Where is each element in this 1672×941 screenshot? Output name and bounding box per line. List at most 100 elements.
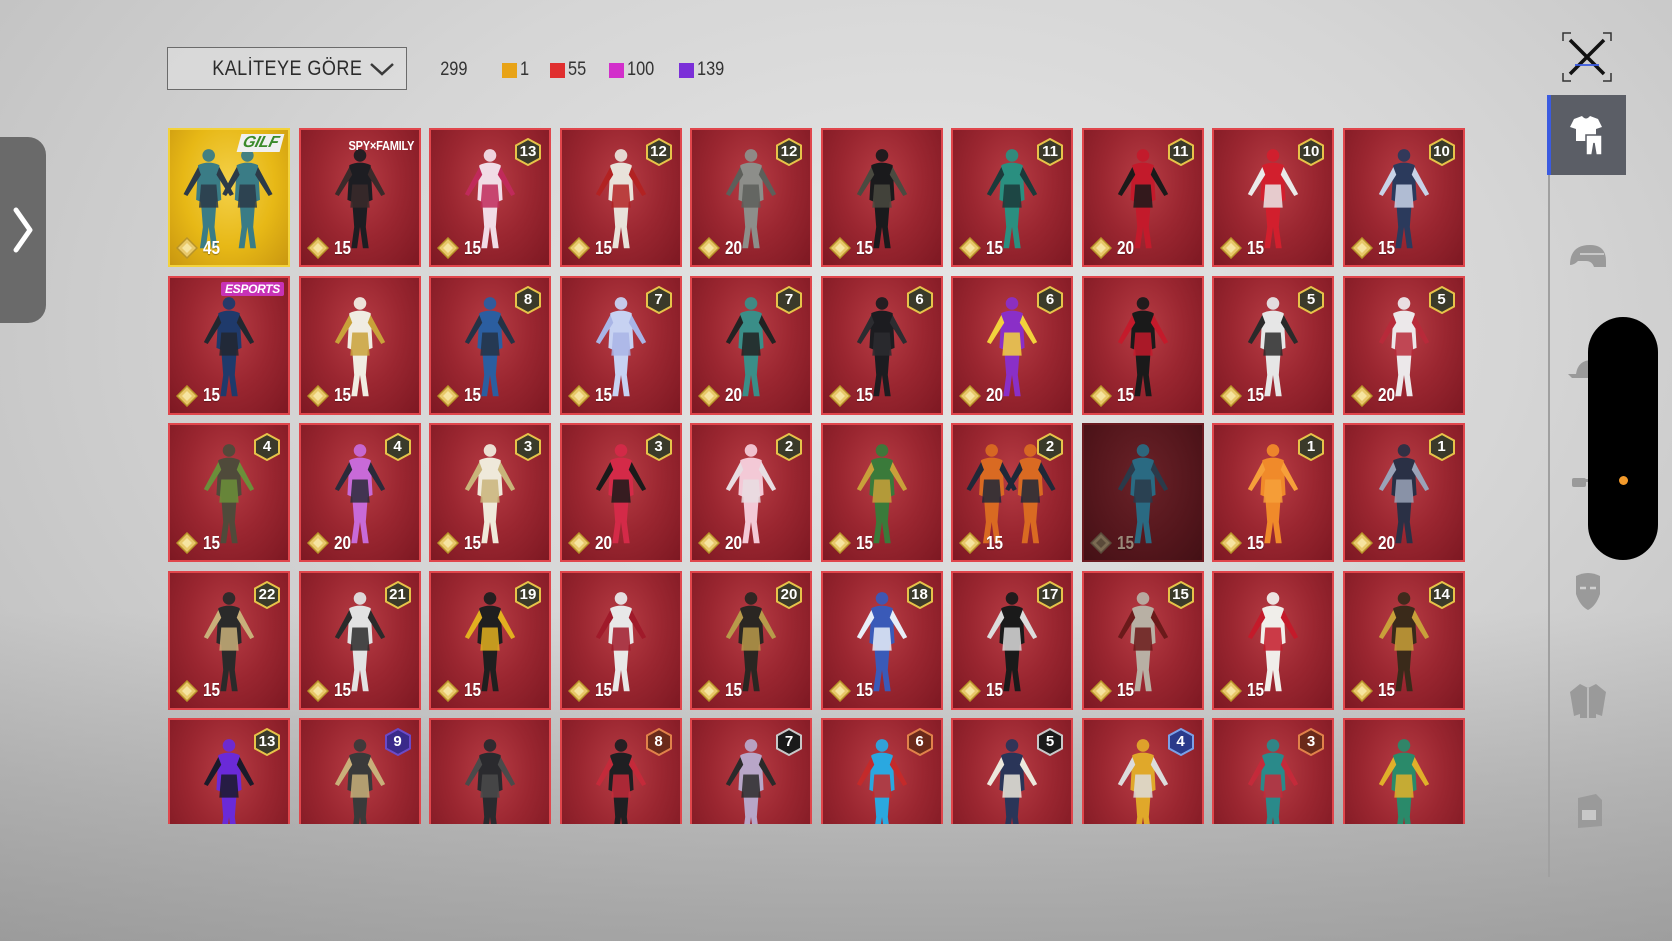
expand-drawer-button[interactable] (0, 137, 46, 323)
coin-icon (437, 532, 459, 554)
price-value: 20 (725, 532, 743, 553)
price-value: 20 (725, 237, 743, 258)
outfit-card[interactable]: 2 20 (690, 423, 812, 562)
price-value: 20 (333, 532, 351, 553)
outfit-card[interactable]: 20 15 (690, 570, 812, 710)
price-value: 15 (594, 385, 612, 405)
outfit-card[interactable]: 15 (820, 128, 943, 267)
outfit-card[interactable]: 7 15 (559, 275, 682, 415)
outfit-card[interactable]: 7 (690, 718, 812, 824)
rarity-swatch (679, 62, 695, 78)
outfit-card[interactable]: 2 15 (951, 423, 1073, 562)
price-tag: 15 (567, 237, 615, 259)
category-tab-backpacks[interactable] (1550, 770, 1626, 850)
coin-icon (437, 237, 459, 259)
outfit-card[interactable]: 11 15 (951, 128, 1073, 267)
outfit-card[interactable]: 10 15 (1212, 128, 1334, 267)
outfit-card[interactable]: 10 15 (1342, 128, 1465, 267)
outfit-card[interactable]: 21 15 (298, 570, 421, 710)
coin-icon (306, 679, 329, 702)
outfit-card[interactable]: 3 15 (429, 423, 551, 562)
outfit-card[interactable]: 6 15 (820, 275, 943, 415)
outfit-figure (464, 739, 516, 824)
coin-icon (959, 237, 981, 259)
rank-number: 4 (1176, 733, 1185, 750)
outfit-card[interactable]: 7 20 (690, 275, 812, 415)
price-tag: 15 (437, 679, 484, 702)
price-value: 15 (464, 237, 482, 258)
price-tag: 15 (437, 384, 484, 407)
outfit-card[interactable]: 12 15 (559, 128, 682, 267)
outfit-card[interactable]: 5 20 (1342, 275, 1465, 415)
coin-icon (698, 237, 720, 259)
outfit-card[interactable]: 15 (1081, 423, 1204, 562)
outfit-card[interactable]: 4 20 (298, 423, 421, 562)
coin-icon (828, 237, 851, 259)
rank-number: 17 (1041, 585, 1059, 603)
close-icon[interactable] (1561, 31, 1613, 83)
outfit-card[interactable]: 15 (1212, 570, 1334, 710)
coin-icon (176, 679, 198, 702)
rank-number: 22 (258, 585, 276, 603)
outfit-card[interactable]: 8 (559, 718, 682, 824)
outfit-card[interactable]: 14 15 (1342, 570, 1465, 710)
rank-number: 11 (1042, 143, 1058, 160)
coin-icon (1350, 384, 1373, 407)
price-tag: 20 (567, 532, 615, 554)
category-tab-jackets[interactable] (1550, 660, 1626, 740)
coin-icon (959, 532, 981, 554)
price-value: 15 (1247, 532, 1265, 553)
outfit-card[interactable]: GILF 45 (168, 128, 290, 267)
outfit-card[interactable]: 6 (820, 718, 943, 824)
outfit-card[interactable]: 15 (1081, 275, 1204, 415)
price-value: 15 (855, 385, 873, 405)
outfit-card[interactable]: ESPORTS 15 (168, 275, 290, 415)
outfit-card[interactable]: 22 15 (168, 570, 290, 710)
category-tab-outfits[interactable] (1547, 95, 1626, 175)
coin-icon (437, 679, 459, 702)
rarity-counts: 299 1 55 100 139 (438, 55, 731, 85)
outfit-card[interactable]: 1 20 (1342, 423, 1465, 562)
outfit-card[interactable]: 3 (1212, 718, 1334, 824)
category-tab-masks[interactable] (1550, 550, 1626, 630)
outfit-card[interactable]: 17 15 (951, 570, 1073, 710)
outfit-card[interactable]: 15 (820, 423, 943, 562)
price-tag: 20 (959, 384, 1006, 407)
coin-icon (567, 384, 590, 407)
sort-dropdown[interactable]: KALİTEYE GÖRE (167, 47, 407, 90)
outfit-card[interactable]: 15 (559, 570, 682, 710)
outfit-card[interactable]: 19 15 (429, 570, 551, 710)
price-tag: 15 (1220, 384, 1267, 407)
coin-icon (698, 384, 720, 407)
price-value: 15 (333, 385, 351, 405)
price-tag: 20 (1350, 532, 1398, 554)
outfit-card[interactable]: 8 15 (429, 275, 551, 415)
outfit-card[interactable]: 18 15 (820, 570, 943, 710)
outfit-card[interactable] (1342, 718, 1465, 824)
rank-number: 11 (1172, 143, 1189, 160)
outfit-card[interactable]: 12 20 (690, 128, 812, 267)
outfit-card[interactable]: 15 (298, 275, 421, 415)
price-value: 45 (203, 237, 221, 258)
outfit-card[interactable]: 5 (951, 718, 1073, 824)
outfit-card[interactable]: 1 15 (1212, 423, 1334, 562)
outfit-grid: GILF 45 SPY×FAMILY 15 13 15 12 15 12 20 (168, 128, 1465, 824)
outfit-card[interactable] (429, 718, 551, 824)
category-tab-helmets[interactable] (1550, 219, 1626, 299)
outfit-card[interactable]: 9 (298, 718, 421, 824)
floating-pill-overlay[interactable] (1588, 317, 1658, 560)
outfit-card[interactable]: 13 (168, 718, 290, 824)
rank-number: 12 (650, 143, 667, 160)
outfit-card[interactable]: 4 15 (168, 423, 290, 562)
outfit-card[interactable]: 13 15 (429, 128, 551, 267)
rank-number: 6 (915, 733, 924, 750)
rank-number: 21 (389, 585, 406, 603)
outfit-card[interactable]: 15 15 (1081, 570, 1204, 710)
price-tag: 15 (306, 384, 354, 407)
outfit-card[interactable]: 3 20 (559, 423, 682, 562)
outfit-card[interactable]: 11 20 (1081, 128, 1204, 267)
outfit-card[interactable]: 4 (1081, 718, 1204, 824)
outfit-card[interactable]: SPY×FAMILY 15 (298, 128, 421, 267)
outfit-card[interactable]: 5 15 (1212, 275, 1334, 415)
outfit-card[interactable]: 6 20 (951, 275, 1073, 415)
